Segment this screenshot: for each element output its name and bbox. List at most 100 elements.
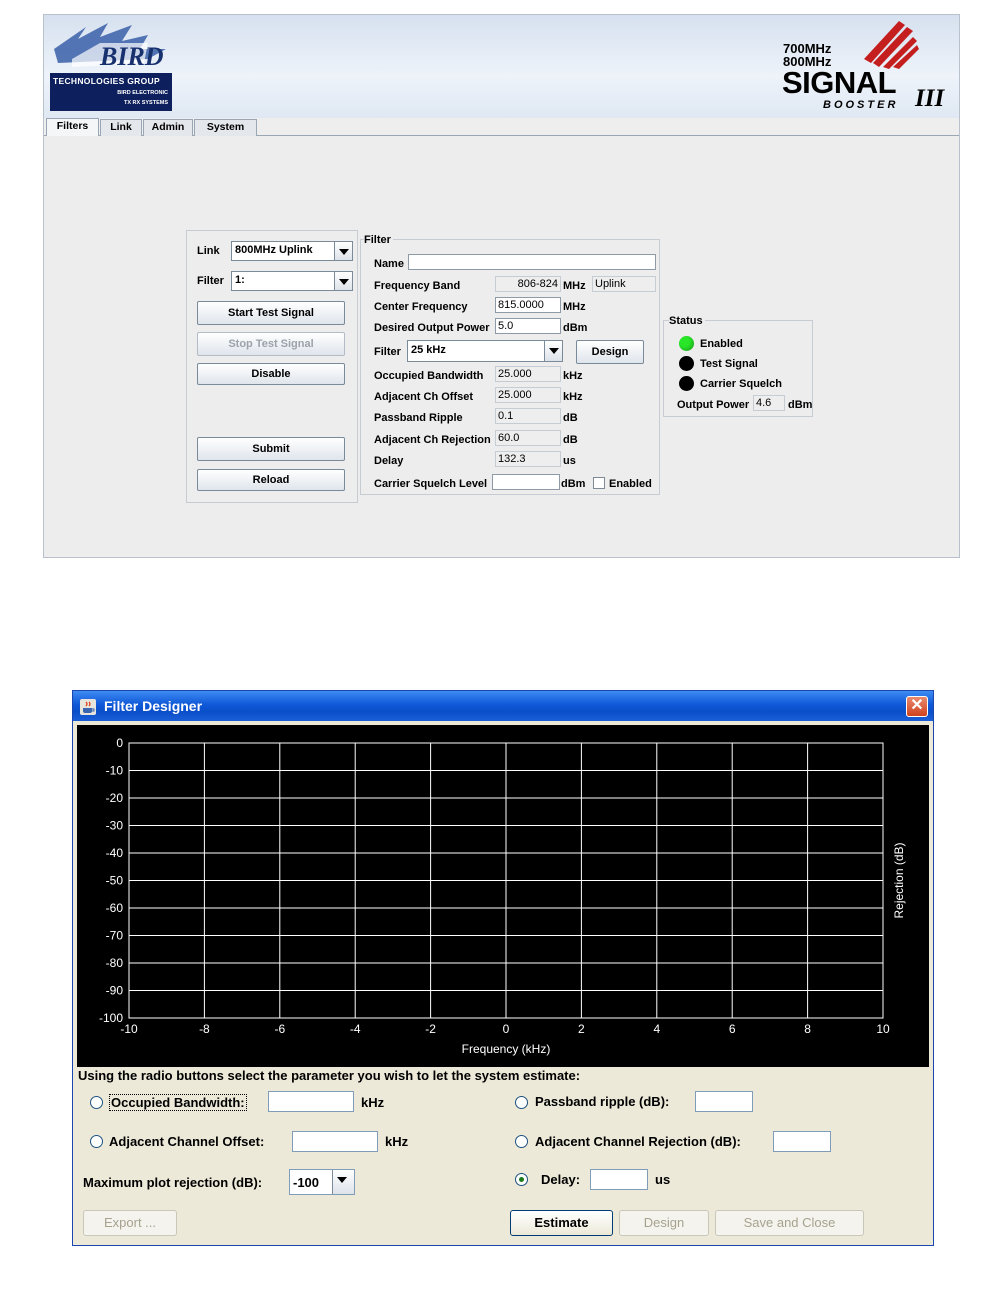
y-tick-label: -50	[106, 874, 124, 888]
filter-designer-dialog: Filter Designer ✕ 0 -10 -20 -30 -40 -50 -60 -70…	[72, 690, 934, 1246]
adjacent-offset-value: 25.000	[495, 387, 561, 403]
x-tick-label: -8	[199, 1022, 210, 1036]
filter-type-value: 25 kHz	[411, 344, 446, 356]
adjacent-rejection-input[interactable]	[773, 1131, 831, 1152]
dialog-title-bar[interactable]: Filter Designer ✕	[73, 691, 933, 721]
filter-select-value: 1:	[235, 274, 245, 286]
filter-label: Filter	[197, 275, 224, 287]
occupied-bandwidth-unit: kHz	[361, 1095, 385, 1110]
stop-test-signal-button[interactable]: Stop Test Signal	[197, 332, 345, 356]
adjacent-rejection-label: Adjacent Ch Rejection	[374, 434, 491, 446]
link-label: Link	[197, 245, 220, 257]
test-signal-status-label: Test Signal	[700, 358, 758, 370]
link-select[interactable]: 800MHz Uplink	[231, 241, 353, 261]
delay-value: 132.3	[495, 451, 561, 467]
design-button[interactable]: Design	[576, 340, 644, 364]
passband-ripple-label: Passband Ripple	[374, 412, 463, 424]
adjacent-offset-input[interactable]	[292, 1131, 378, 1152]
estimate-button[interactable]: Estimate	[510, 1210, 613, 1236]
x-tick-label: -6	[274, 1022, 285, 1036]
occupied-bandwidth-unit: kHz	[563, 370, 583, 382]
x-tick-label: -2	[425, 1022, 436, 1036]
frequency-band-label: Frequency Band	[374, 280, 461, 292]
dialog-title: Filter Designer	[104, 698, 203, 714]
occupied-bandwidth-radio[interactable]	[90, 1096, 103, 1109]
filter-select[interactable]: 1:	[231, 271, 353, 291]
enabled-led-icon	[679, 336, 694, 351]
passband-ripple-radio[interactable]	[515, 1096, 528, 1109]
center-frequency-field[interactable]: 815.0000	[495, 297, 561, 313]
center-frequency-unit: MHz	[563, 301, 586, 313]
disable-button[interactable]: Disable	[197, 363, 345, 385]
plot-svg: 0-10-20-30-40-50-60-70-80-90-100-10 -8 -6-…	[99, 736, 906, 1056]
max-rejection-value: -100	[293, 1175, 320, 1190]
y-tick-label: -30	[106, 819, 124, 833]
squelch-enabled-checkbox[interactable]	[593, 477, 605, 489]
carrier-squelch-unit: dBm	[561, 478, 586, 490]
export-button[interactable]: Export ...	[83, 1210, 177, 1236]
filters-pane: Link 800MHz Uplink Filter 1: Start Test …	[44, 136, 959, 557]
y-tick-label: -80	[106, 956, 124, 970]
x-axis-label: Frequency (kHz)	[462, 1042, 551, 1056]
rejection-plot: 0 -10 -20 -30 -40 -50 -60 -70 -80 -90 -100 -10 -8 -6-…	[77, 725, 929, 1067]
x-tick-label: -4	[350, 1022, 361, 1036]
x-tick-label: 4	[653, 1022, 660, 1036]
adjacent-rejection-radio[interactable]	[515, 1135, 528, 1148]
test-signal-led-icon	[679, 356, 694, 371]
design-button[interactable]: Design	[619, 1210, 709, 1236]
x-tick-label: -10	[120, 1022, 138, 1036]
control-panel: Link 800MHz Uplink Filter 1: Start Test …	[186, 230, 358, 503]
close-icon[interactable]: ✕	[906, 696, 928, 717]
delay-label: Delay	[374, 455, 404, 467]
passband-ripple-input[interactable]	[695, 1091, 753, 1112]
y-tick-label: 0	[116, 736, 123, 750]
filter-type-select[interactable]: 25 kHz	[407, 340, 563, 362]
link-select-value: 800MHz Uplink	[235, 244, 313, 256]
tab-link[interactable]: Link	[100, 119, 142, 136]
occupied-bandwidth-input[interactable]	[268, 1091, 354, 1112]
frequency-band-direction: Uplink	[592, 276, 656, 292]
occupied-bandwidth-value: 25.000	[495, 366, 561, 382]
app-banner: BIRD TECHNOLOGIES GROUP BIRD ELECTRONIC …	[44, 15, 959, 118]
max-rejection-select[interactable]: -100	[289, 1169, 355, 1195]
svg-text:BIRD: BIRD	[99, 42, 164, 71]
filter-type-label: Filter	[374, 346, 401, 358]
tab-filters[interactable]: Filters	[46, 118, 99, 137]
chevron-down-icon	[334, 242, 352, 260]
delay-unit: us	[655, 1172, 671, 1187]
adjacent-offset-label: Adjacent Channel Offset:	[109, 1134, 265, 1149]
passband-ripple-unit: dB	[563, 412, 578, 424]
adjacent-offset-label: Adjacent Ch Offset	[374, 391, 474, 403]
reload-button[interactable]: Reload	[197, 469, 345, 491]
output-power-value: 4.6	[753, 395, 785, 411]
tab-system[interactable]: System	[194, 119, 257, 136]
delay-unit: us	[563, 455, 576, 467]
delay-radio[interactable]	[515, 1173, 528, 1186]
start-test-signal-button[interactable]: Start Test Signal	[197, 301, 345, 325]
y-tick-label: -10	[106, 764, 124, 778]
name-label: Name	[374, 258, 404, 270]
name-field[interactable]	[408, 254, 656, 270]
carrier-squelch-field[interactable]	[492, 474, 560, 490]
signal-booster-brand: 700MHz 800MHz SIGNAL BOOSTER III	[779, 21, 959, 117]
status-panel: Status Enabled Test Signal Carrier Squel…	[663, 315, 813, 417]
desired-output-power-field[interactable]: 5.0	[495, 318, 561, 334]
adjacent-offset-unit: kHz	[385, 1134, 409, 1149]
y-axis-label: Rejection (dB)	[892, 842, 906, 918]
carrier-squelch-label: Carrier Squelch Level	[374, 478, 488, 490]
desired-output-power-label: Desired Output Power	[374, 322, 490, 334]
x-tick-label: 0	[503, 1022, 510, 1036]
adjacent-offset-unit: kHz	[563, 391, 583, 403]
adjacent-rejection-label: Adjacent Channel Rejection (dB):	[535, 1134, 741, 1149]
save-and-close-button[interactable]: Save and Close	[715, 1210, 864, 1236]
delay-input[interactable]	[590, 1169, 648, 1190]
bird-logo-text: TECHNOLOGIES GROUP BIRD ELECTRONIC TX RX…	[50, 73, 172, 111]
desired-output-power-unit: dBm	[563, 322, 588, 334]
filter-panel-title: Filter	[364, 234, 393, 246]
occupied-bandwidth-label: Occupied Bandwidth:	[109, 1094, 247, 1111]
adjacent-offset-radio[interactable]	[90, 1135, 103, 1148]
signal-wave-icon	[864, 21, 919, 69]
tab-admin[interactable]: Admin	[143, 119, 193, 136]
y-tick-label: -60	[106, 901, 124, 915]
submit-button[interactable]: Submit	[197, 437, 345, 461]
